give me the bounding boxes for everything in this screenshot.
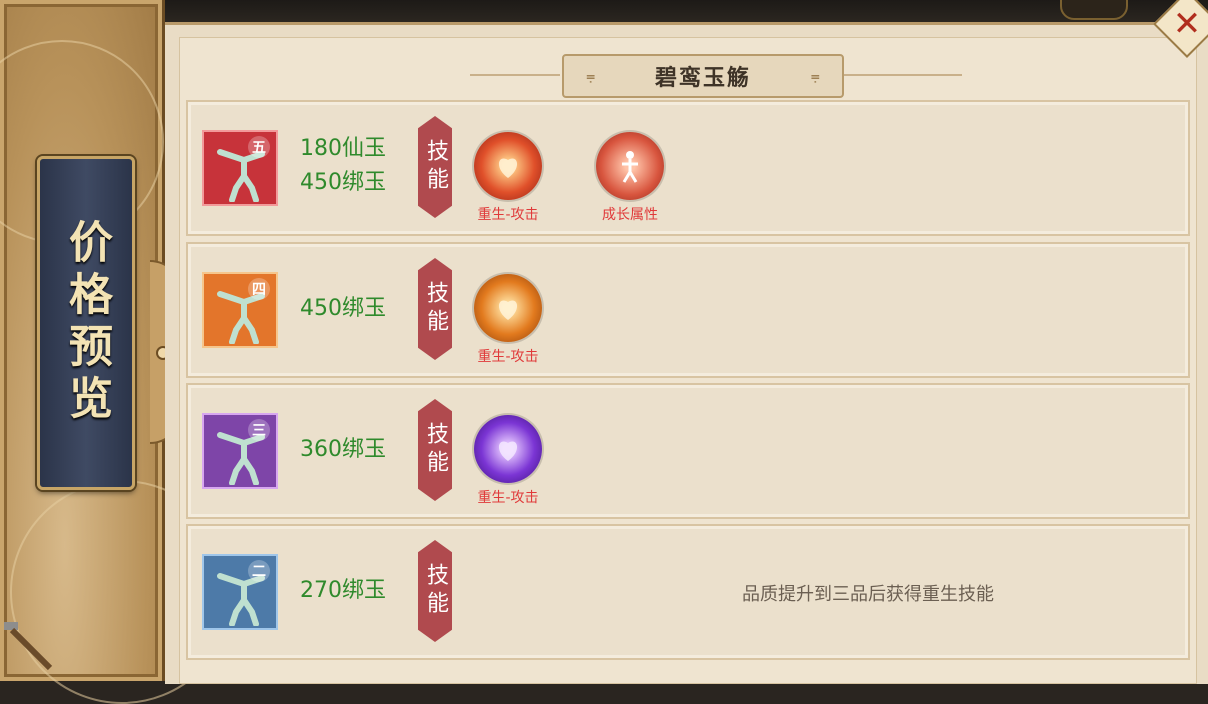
header-plate: ⩦ 碧鸾玉觞 ⩦ [562, 54, 844, 98]
grade-row-3: 三 360绑玉 技能 重生-攻击 [186, 383, 1190, 519]
skill-tag: 技能 [418, 116, 452, 218]
price-text: 180仙玉 [300, 136, 386, 161]
close-icon: ✕ [1172, 3, 1202, 44]
phoenix-rebirth-icon [474, 415, 542, 483]
header-divider-right [842, 74, 962, 76]
skill-tag: 技能 [418, 540, 452, 642]
grade-badge: 四 [248, 278, 270, 300]
price-text: 450绑玉 [300, 296, 386, 321]
price-text: 450绑玉 [300, 170, 386, 195]
skill-tag-label: 技能 [423, 563, 448, 619]
side-scroll-panel: 价格预览 [0, 0, 234, 704]
skill-label: 重生-攻击 [477, 490, 539, 506]
background-scene-strip [160, 0, 1208, 22]
skill-tag-label: 技能 [423, 281, 448, 337]
header-divider-left [470, 74, 560, 76]
grade-badge: 三 [248, 419, 270, 441]
skill-label: 重生-攻击 [477, 349, 539, 365]
item-icon: 二 [202, 554, 278, 630]
price-list: 270绑玉 [300, 574, 386, 608]
cloud-ornament-icon: ⩦ [586, 66, 596, 85]
phoenix-rebirth-icon [474, 274, 542, 342]
upgrade-hint-text: 品质提升到三品后获得重生技能 [742, 584, 994, 605]
price-list: 360绑玉 [300, 433, 386, 467]
skill-item[interactable]: 重生-攻击 [458, 415, 558, 506]
price-list: 450绑玉 [300, 292, 386, 326]
item-icon: 五 [202, 130, 278, 206]
growth-attribute-icon [596, 132, 664, 200]
page-title: 碧鸾玉觞 [654, 66, 751, 91]
price-text: 270绑玉 [300, 578, 386, 603]
item-icon: 四 [202, 272, 278, 348]
item-icon: 三 [202, 413, 278, 489]
cloud-ornament-icon: ⩦ [810, 66, 820, 85]
grade-badge: 五 [248, 136, 270, 158]
skill-tag-label: 技能 [423, 139, 448, 195]
skill-item[interactable]: 重生-攻击 [458, 274, 558, 365]
axe-decoration-icon [4, 622, 53, 671]
grade-row-5: 五 180仙玉 450绑玉 技能 重生-攻击 成长属性 [186, 100, 1190, 236]
grade-badge: 二 [248, 560, 270, 582]
grade-row-4: 四 450绑玉 技能 重生-攻击 [186, 242, 1190, 378]
background-preview-button [1060, 0, 1128, 20]
skill-tag: 技能 [418, 399, 452, 501]
price-text: 360绑玉 [300, 437, 386, 462]
skill-label: 成长属性 [602, 207, 658, 223]
phoenix-rebirth-icon [474, 132, 542, 200]
skill-tag-label: 技能 [423, 422, 448, 478]
side-title: 价格预览 [61, 219, 112, 427]
grade-row-2: 二 270绑玉 技能 品质提升到三品后获得重生技能 [186, 524, 1190, 660]
skill-item[interactable]: 重生-攻击 [458, 132, 558, 223]
side-title-plate: 价格预览 [37, 156, 135, 490]
skill-tag: 技能 [418, 258, 452, 360]
skill-label: 重生-攻击 [477, 207, 539, 223]
skill-item[interactable]: 成长属性 [580, 132, 680, 223]
price-list: 180仙玉 450绑玉 [300, 132, 386, 200]
